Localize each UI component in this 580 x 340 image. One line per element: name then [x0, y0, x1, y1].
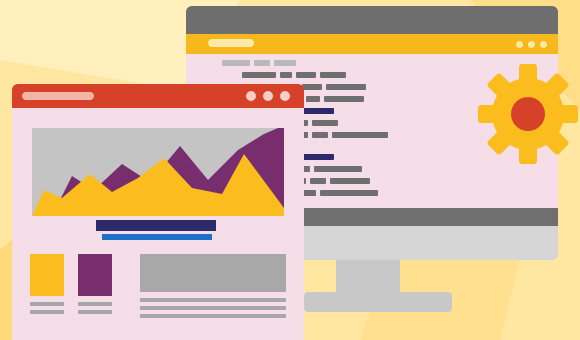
- monitor-base: [304, 292, 452, 312]
- window-dots-icon: [280, 91, 290, 101]
- code-line: [310, 178, 326, 184]
- code-line: [330, 178, 370, 184]
- monitor-neck: [336, 260, 400, 292]
- subheading-bar: [102, 234, 212, 240]
- code-line: [296, 72, 316, 78]
- thumbnail-caption: [30, 302, 64, 306]
- monitor-topbar: [186, 6, 558, 34]
- image-placeholder: [140, 254, 286, 292]
- code-line: [320, 72, 346, 78]
- window-body: [12, 108, 304, 340]
- heading-bar: [96, 220, 216, 231]
- monitor-dot: [516, 41, 523, 48]
- code-line: [302, 190, 316, 196]
- code-line: [320, 190, 378, 196]
- code-line: [326, 84, 366, 90]
- code-line: [332, 132, 388, 138]
- code-line: [280, 72, 292, 78]
- window-dots-icon: [263, 91, 273, 101]
- code-line: [222, 60, 250, 66]
- code-line: [314, 166, 362, 172]
- thumbnail-caption: [30, 310, 64, 314]
- code-line: [324, 96, 364, 102]
- chart-illustration: [32, 128, 284, 216]
- window-address-pill: [22, 92, 94, 100]
- thumbnail-purple: [78, 254, 112, 296]
- code-line: [302, 84, 322, 90]
- code-line: [312, 132, 328, 138]
- text-line: [140, 314, 286, 318]
- code-line: [242, 72, 276, 78]
- thumbnail-caption: [78, 310, 112, 314]
- monitor-address-pill: [208, 39, 254, 47]
- code-line: [312, 120, 338, 126]
- window-dots-icon: [246, 91, 256, 101]
- gear-icon: [478, 64, 578, 164]
- text-line: [140, 306, 286, 310]
- text-line: [140, 298, 286, 302]
- browser-window: [12, 84, 304, 340]
- code-line: [254, 60, 270, 66]
- thumbnail-yellow: [30, 254, 64, 296]
- thumbnail-caption: [78, 302, 112, 306]
- monitor-dot: [528, 41, 535, 48]
- code-line: [274, 60, 296, 66]
- code-line: [306, 96, 320, 102]
- monitor-dot: [540, 41, 547, 48]
